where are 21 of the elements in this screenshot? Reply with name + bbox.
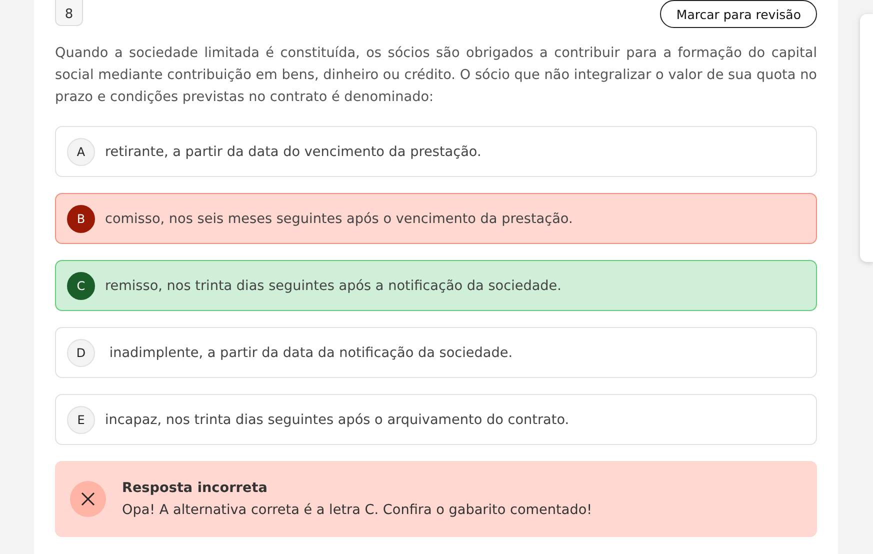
option-text: comisso, nos seis meses seguintes após o vencimento da prestação. xyxy=(105,210,573,226)
question-number: 8 xyxy=(55,0,83,26)
close-icon xyxy=(70,481,106,517)
answer-option[interactable]: B comisso, nos seis meses seguintes após o vencimento da prestação. xyxy=(55,193,817,244)
option-text: inadimplente, a partir da data da notificação da sociedade. xyxy=(108,344,513,360)
feedback-message: Opa! A alternativa correta é a letra C. Confira o gabarito comentado! xyxy=(122,502,592,518)
answer-option[interactable]: E incapaz, nos trinta dias seguintes após o arquivamento do contrato. xyxy=(55,394,817,445)
answer-option[interactable]: A retirante, a partir da data do vencimento da prestação. xyxy=(55,126,817,177)
feedback-title: Resposta incorreta xyxy=(122,480,268,496)
option-text: incapaz, nos trinta dias seguintes após o arquivamento do contrato. xyxy=(105,412,570,428)
mark-for-review-button[interactable]: Marcar para revisão xyxy=(660,0,817,28)
option-letter: E xyxy=(67,406,95,434)
question-text: Quando a sociedade limitada é constituída, os sócios são obrigados a contribuir para a formação do capital social mediante contribuição em bens, dinheiro ou crédito. O sócio que não integralizar o valor de sua quota no prazo e condições previstas no contrato é denominado: xyxy=(55,44,817,107)
answer-option[interactable]: C remisso, nos trinta dias seguintes após a notificação da sociedade. xyxy=(55,260,817,311)
option-letter: A xyxy=(67,138,95,166)
option-text: retirante, a partir da data do vencimento da prestação. xyxy=(105,144,482,160)
option-letter: B xyxy=(67,204,95,232)
answer-option[interactable]: D inadimplente, a partir da data da notificação da sociedade. xyxy=(55,327,817,378)
option-letter: C xyxy=(67,272,95,300)
option-letter: D xyxy=(67,338,95,366)
option-text: remisso, nos trinta dias seguintes após a notificação da sociedade. xyxy=(105,278,562,294)
